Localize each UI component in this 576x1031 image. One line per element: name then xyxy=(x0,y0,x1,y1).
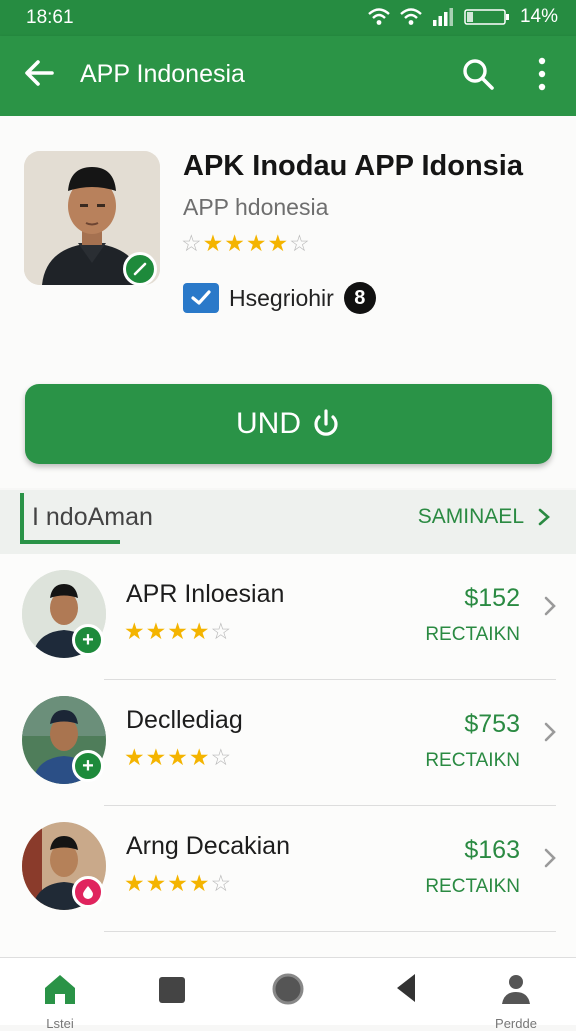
item-price: $753 xyxy=(464,710,520,738)
nav-square[interactable] xyxy=(142,972,202,1009)
item-rating-stars: ★★★★☆ xyxy=(124,870,233,896)
see-all-link[interactable]: SAMINAEL xyxy=(418,505,550,529)
bottom-navigation: Lstei Perdde xyxy=(0,957,576,1031)
section-title: I ndoAman xyxy=(32,503,153,531)
item-action: RECTAIKN xyxy=(425,624,520,645)
badge-number: 8 xyxy=(343,282,376,314)
section-tab-indicator xyxy=(20,540,120,544)
wifi-icon xyxy=(368,8,390,25)
status-bar: 18:61 14% xyxy=(0,0,576,36)
section-header: I ndoAman SAMINAEL xyxy=(0,490,576,554)
app-subtitle: APP hdonesia xyxy=(183,194,329,220)
nav-circle[interactable] xyxy=(258,972,318,1011)
see-all-label: SAMINAEL xyxy=(417,505,524,528)
circle-icon xyxy=(272,973,304,1005)
home-icon xyxy=(45,975,75,1004)
item-action: RECTAIKN xyxy=(425,750,520,771)
app-list: + APR Inloesian ★★★★☆ $152 RECTAIKN + De… xyxy=(0,554,576,958)
badge-label: Hsegriohir xyxy=(229,284,334,311)
install-button[interactable]: UND xyxy=(25,384,552,464)
plus-icon: + xyxy=(72,624,104,656)
item-price: $152 xyxy=(464,584,520,612)
rating-stars: ☆★★★★☆ xyxy=(181,230,311,256)
item-name: Arng Decakian xyxy=(126,832,290,860)
item-rating-stars: ★★★★☆ xyxy=(124,744,233,770)
item-rating-stars: ★★★★☆ xyxy=(124,618,233,644)
app-title: APK Inodau APP Idonsia xyxy=(183,150,523,182)
item-price: $163 xyxy=(464,836,520,864)
back-arrow-icon[interactable] xyxy=(22,56,56,90)
chevron-right-icon xyxy=(544,722,556,742)
app-bar-title: APP Indonesia xyxy=(80,60,245,88)
list-item[interactable]: + APR Inloesian ★★★★☆ $152 RECTAIKN xyxy=(0,554,576,680)
nav-home[interactable]: Lstei xyxy=(30,972,90,1031)
status-icons: 14% xyxy=(368,6,558,28)
battery-icon xyxy=(464,9,509,25)
chevron-right-icon xyxy=(544,848,556,868)
badge-row: Hsegriohir 8 xyxy=(183,282,376,314)
status-time: 18:61 xyxy=(26,7,74,28)
section-accent-bar xyxy=(20,493,24,543)
battery-percent: 14% xyxy=(519,6,558,27)
drop-icon xyxy=(72,876,104,908)
list-item[interactable]: Arng Decakian ★★★★☆ $163 RECTAIKN xyxy=(0,806,576,932)
triangle-back-icon xyxy=(397,974,415,1002)
chevron-right-icon xyxy=(544,596,556,616)
square-icon xyxy=(159,977,185,1003)
item-name: APR Inloesian xyxy=(126,580,285,608)
search-icon[interactable] xyxy=(460,56,496,92)
checkmark-badge-icon xyxy=(183,283,219,313)
item-name: Declledіag xyxy=(126,706,243,734)
signal-icon xyxy=(432,8,453,26)
more-vert-icon[interactable] xyxy=(528,56,556,92)
nav-back[interactable] xyxy=(376,972,436,1009)
install-button-label: UND xyxy=(236,407,301,440)
power-refresh-icon xyxy=(314,409,338,436)
list-item[interactable]: + Declledіag ★★★★☆ $753 RECTAIKN xyxy=(0,680,576,806)
nav-profile[interactable]: Perdde xyxy=(486,972,546,1031)
divider xyxy=(104,931,556,932)
person-icon xyxy=(502,975,530,1004)
chevron-right-icon xyxy=(538,508,550,526)
app-bar: APP Indonesia xyxy=(0,36,576,116)
wifi-alt-icon xyxy=(400,8,422,25)
item-action: RECTAIKN xyxy=(425,876,520,897)
verified-check-icon xyxy=(123,252,157,286)
plus-icon: + xyxy=(72,750,104,782)
